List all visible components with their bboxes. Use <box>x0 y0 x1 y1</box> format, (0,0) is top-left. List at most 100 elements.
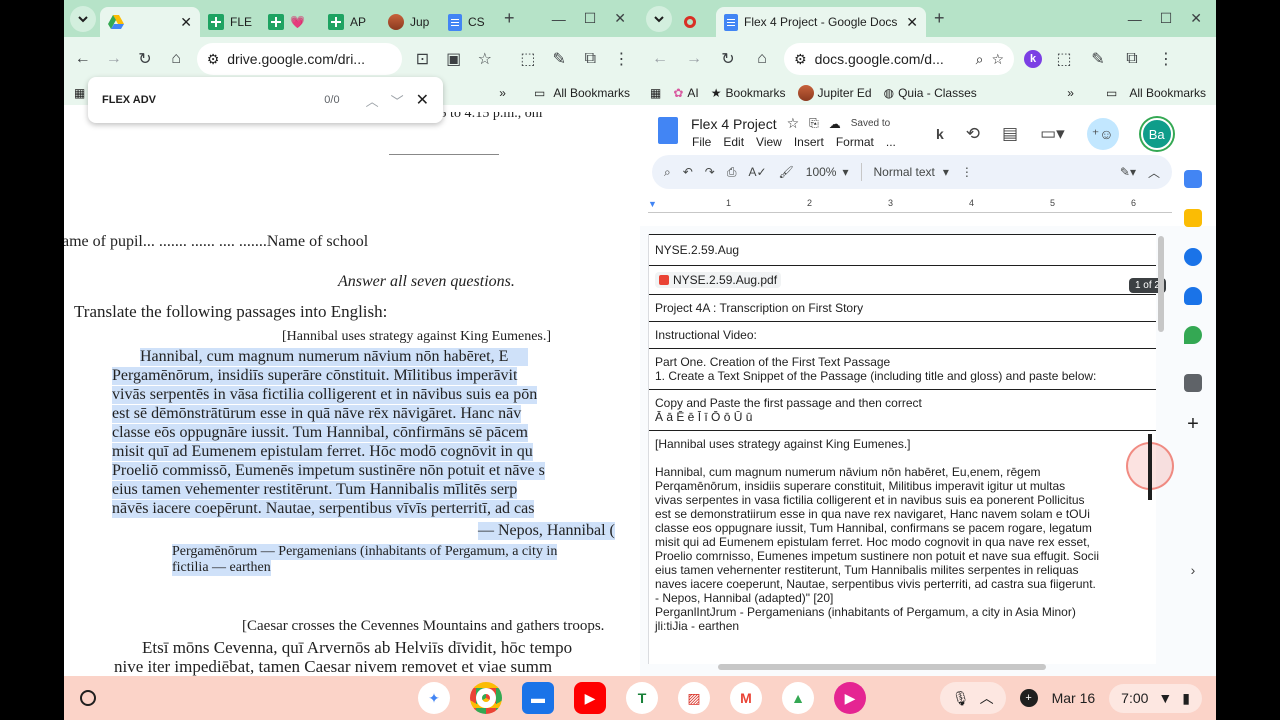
screen-record-icon[interactable]: + <box>1019 689 1038 707</box>
reload-icon[interactable]: ↻ <box>716 47 740 71</box>
add-addon-icon[interactable]: + <box>1176 413 1210 436</box>
spellcheck-icon[interactable]: A✓ <box>748 165 766 179</box>
address-bar[interactable]: ⚙ drive.google.com/dri... <box>196 43 402 75</box>
avatar[interactable]: Ba <box>1140 118 1173 150</box>
zoom-select[interactable]: 100% ▾ <box>806 165 849 179</box>
new-tab-icon[interactable]: + <box>934 8 945 29</box>
files-app-icon[interactable]: ▬ <box>522 682 554 714</box>
crop-icon[interactable]: ⬚ <box>517 47 538 71</box>
reload-icon[interactable]: ↻ <box>134 47 155 71</box>
text-editor-app-icon[interactable]: T <box>626 682 658 714</box>
comment-icon[interactable]: ▤ <box>1002 124 1018 144</box>
contacts-icon[interactable] <box>1184 287 1202 305</box>
forward-icon[interactable]: → <box>682 47 706 71</box>
tab-sheet-heart[interactable]: 💗 <box>260 7 320 37</box>
launcher-icon[interactable] <box>80 690 96 706</box>
table-cell[interactable]: Instructional Video: <box>649 322 1156 349</box>
forward-icon[interactable]: → <box>103 47 124 71</box>
screencast-app-icon[interactable]: ▶ <box>834 682 866 714</box>
new-tab-icon[interactable]: + <box>504 8 515 29</box>
menu-format[interactable]: Format <box>836 135 874 149</box>
calendar-icon[interactable] <box>1184 170 1202 188</box>
back-icon[interactable]: ← <box>648 47 672 71</box>
table-cell[interactable]: NYSE.2.59.Aug <box>649 234 1156 266</box>
tab-search-button[interactable] <box>646 5 672 32</box>
extension-icon[interactable]: ✎ <box>1086 47 1110 71</box>
tab-search-button[interactable] <box>70 5 96 32</box>
menu-edit[interactable]: Edit <box>723 135 744 149</box>
pdf-app-icon[interactable]: ▨ <box>678 682 710 714</box>
all-bookmarks-link[interactable]: All Bookmarks <box>1129 86 1206 100</box>
menu-more[interactable]: ... <box>886 135 896 149</box>
docs-logo-icon[interactable] <box>658 117 678 144</box>
style-select[interactable]: Normal text ▾ <box>874 165 949 179</box>
table-cell[interactable]: Part One. Creation of the First Text Pas… <box>649 349 1156 390</box>
home-icon[interactable]: ⌂ <box>750 47 774 71</box>
chevron-down-icon[interactable]: ﹀ <box>391 91 404 110</box>
minimize-icon[interactable]: — <box>552 11 566 27</box>
maximize-icon[interactable]: ☐ <box>584 10 597 27</box>
menu-file[interactable]: File <box>692 135 711 149</box>
table-cell[interactable]: Project 4A : Transcription on First Stor… <box>649 295 1156 322</box>
search-menus-icon[interactable]: ⌕ <box>664 165 671 180</box>
editing-mode-icon[interactable]: ✎▾ <box>1120 165 1136 179</box>
gemini-app-icon[interactable]: ✦ <box>418 682 450 714</box>
maps-icon[interactable] <box>1184 326 1202 344</box>
meet-icon[interactable]: ▭▾ <box>1040 124 1065 144</box>
keep-icon[interactable] <box>1184 209 1202 227</box>
chevron-up-icon[interactable]: ︿ <box>366 91 379 110</box>
table-cell[interactable]: NYSE.2.59.Aug.pdf <box>649 266 1156 295</box>
tab-record[interactable] <box>676 7 716 37</box>
tab-google-docs[interactable]: Flex 4 Project - Google Docs ✕ <box>716 7 926 37</box>
tab-drive[interactable]: ✕ <box>100 7 200 37</box>
close-window-icon[interactable]: ✕ <box>1190 10 1202 27</box>
home-icon[interactable]: ⌂ <box>166 47 187 71</box>
youtube-app-icon[interactable]: ▶ <box>574 682 606 714</box>
table-cell[interactable]: Copy and Paste the first passage and the… <box>649 390 1156 431</box>
share-person-icon[interactable]: ⁺☺ <box>1086 118 1119 150</box>
apps-grid-icon[interactable]: ▦ <box>650 86 661 100</box>
close-icon[interactable]: ✕ <box>416 90 429 110</box>
more-options-icon[interactable]: ⋮ <box>961 165 973 179</box>
collapse-toolbar-icon[interactable]: ︿ <box>1148 164 1160 181</box>
date-text[interactable]: Mar 16 <box>1052 690 1096 706</box>
indent-marker-icon[interactable]: ▼ <box>648 199 657 209</box>
back-icon[interactable]: ← <box>72 47 93 71</box>
menu-dots-icon[interactable]: ⋮ <box>611 47 632 71</box>
menu-dots-icon[interactable]: ⋮ <box>1154 47 1178 71</box>
pdf-file-chip[interactable]: NYSE.2.59.Aug.pdf <box>655 272 782 288</box>
address-bar[interactable]: ⚙ docs.google.com/d... ⌕ ☆ <box>784 43 1014 75</box>
redo-icon[interactable]: ↷ <box>705 165 715 179</box>
find-input[interactable]: FLEX ADV <box>102 94 312 106</box>
bookmark-quia[interactable]: ◍ Quia - Classes <box>884 86 977 100</box>
menu-view[interactable]: View <box>756 135 782 149</box>
tab-docs-cs[interactable]: CS <box>440 7 500 37</box>
close-icon[interactable]: ✕ <box>906 14 918 31</box>
paint-format-icon[interactable]: 🖌 <box>779 165 794 179</box>
bookmark-ai[interactable]: ✿ AI <box>673 86 698 100</box>
puzzle-icon[interactable]: ⧉ <box>580 47 601 71</box>
bookmarks-more[interactable]: » <box>499 86 506 100</box>
print-icon[interactable] <box>1184 374 1202 392</box>
chevron-right-icon[interactable]: › <box>1176 562 1210 578</box>
doc-title[interactable]: Flex 4 Project <box>691 116 777 132</box>
site-info-icon[interactable]: ⚙ <box>207 51 220 68</box>
all-bookmarks-link[interactable]: All Bookmarks <box>553 86 630 100</box>
tab-sheet-ap[interactable]: AP <box>320 7 380 37</box>
print-icon[interactable]: ⎙ <box>727 165 737 180</box>
install-app-icon[interactable]: ⊡ <box>412 47 433 71</box>
tab-jupiter[interactable]: Jup <box>380 7 440 37</box>
site-info-icon[interactable]: ⚙ <box>794 51 807 68</box>
minimize-icon[interactable]: — <box>1128 11 1142 27</box>
undo-icon[interactable]: ↶ <box>683 165 693 179</box>
close-icon[interactable]: ✕ <box>180 14 192 31</box>
menu-insert[interactable]: Insert <box>794 135 824 149</box>
bookmarks-more[interactable]: » <box>1067 86 1074 100</box>
bookmark-jupiter[interactable]: Jupiter Ed <box>797 85 872 101</box>
star-icon[interactable]: ☆ <box>787 115 800 132</box>
table-cell-passage[interactable]: [Hannibal uses strategy against King Eum… <box>649 431 1156 639</box>
star-icon[interactable]: ☆ <box>991 51 1004 68</box>
reader-icon[interactable]: ▣ <box>443 47 464 71</box>
kami-mark-icon[interactable]: k <box>936 126 944 142</box>
search-icon[interactable]: ⌕ <box>976 51 984 68</box>
